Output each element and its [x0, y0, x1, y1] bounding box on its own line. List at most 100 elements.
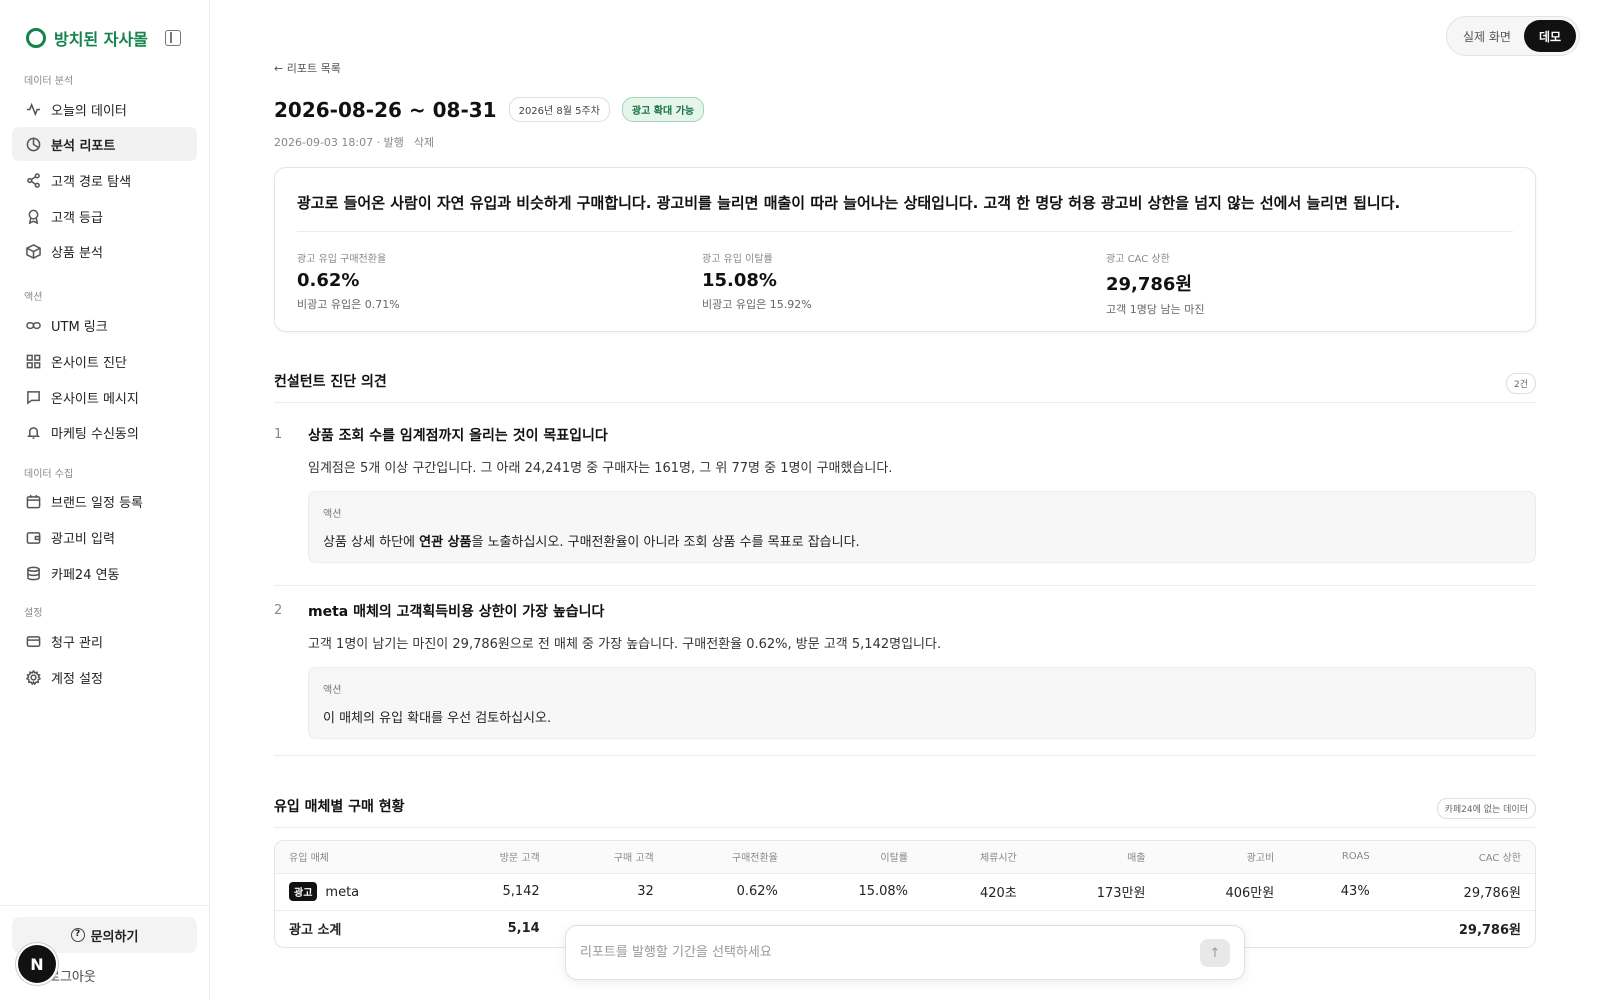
column-header[interactable]: 광고비 — [1159, 841, 1288, 873]
sidebar-item-label: 카페24 연동 — [51, 567, 120, 583]
column-header[interactable]: 체류시간 — [922, 841, 1031, 873]
action-label: 액션 — [323, 685, 342, 696]
sidebar-item-ad-spend-input[interactable]: 광고비 입력 — [12, 520, 197, 554]
sidebar-item-label: 고객 경로 탐색 — [51, 174, 132, 190]
sidebar-item-brand-schedule[interactable]: 브랜드 일정 등록 — [12, 484, 197, 518]
week-badge: 2026년 8월 5주차 — [508, 97, 610, 122]
metric-ad-conversion: 광고 유입 구매전환율 0.62% 비광고 유입은 0.71% — [297, 250, 400, 312]
revenue-cell: 173만원 — [1096, 886, 1146, 901]
table-row[interactable]: 광고 meta 5,142 32 0.62% 15.08% 420초 173만원 … — [275, 873, 1535, 910]
count-badge: 2건 — [1505, 373, 1536, 394]
gear-icon — [25, 669, 41, 685]
nav-section-label: 액션 — [24, 292, 43, 303]
conversion-cell: 0.62% — [736, 884, 778, 899]
bounce-cell: 15.08% — [858, 884, 909, 899]
visitors-cell: 5,142 — [502, 884, 540, 899]
bell-icon — [25, 424, 41, 440]
sidebar-item-marketing-consent[interactable]: 마케팅 수신동의 — [12, 415, 197, 449]
data-source-badge: 카페24에 없는 데이터 — [1436, 798, 1536, 819]
action-box: 액션 이 매체의 유입 확대를 우선 검토하십시오. — [308, 667, 1536, 739]
sidebar-item-today-data[interactable]: 오늘의 데이터 — [12, 92, 197, 126]
metric-value: 29,786원 — [1106, 274, 1193, 295]
sidebar-item-cafe24-integration[interactable]: 카페24 연동 — [12, 556, 197, 590]
column-header[interactable]: 방문 고객 — [440, 841, 554, 873]
share-icon — [25, 172, 41, 188]
sidebar-item-label: 분석 리포트 — [51, 138, 116, 154]
report-meta: 2026-09-03 18:07 · 발행 삭제 — [274, 134, 434, 150]
metric-label: 광고 CAC 상한 — [1106, 254, 1170, 265]
ad-tag-badge: 광고 — [289, 882, 318, 901]
sidebar-item-analysis-report[interactable]: 분석 리포트 — [12, 127, 197, 161]
sidebar-item-utm-link[interactable]: UTM 링크 — [12, 308, 197, 342]
roas-cell: 43% — [1340, 884, 1370, 899]
metric-sub: 비광고 유입은 15.92% — [702, 298, 812, 311]
published-timestamp: 2026-09-03 18:07 · 발행 — [274, 136, 404, 149]
sidebar-item-label: 상품 분석 — [51, 245, 103, 261]
box-icon — [25, 243, 41, 259]
metric-label: 광고 유입 이탈률 — [702, 254, 773, 265]
column-header[interactable]: 매출 — [1031, 841, 1160, 873]
sidebar-item-product-analysis[interactable]: 상품 분석 — [12, 234, 197, 268]
sidebar-item-label: 온사이트 메시지 — [51, 391, 139, 407]
opinion-title: 상품 조회 수를 임계점까지 올리는 것이 목표입니다 — [308, 428, 608, 444]
table-header-row: 유입 매체 방문 고객 구매 고객 구매전환율 이탈률 체류시간 매출 광고비 … — [275, 841, 1535, 873]
action-label: 액션 — [323, 509, 342, 520]
message-icon — [25, 389, 41, 405]
period-prompt-bar: ↑ — [565, 925, 1245, 980]
status-badge: 광고 확대 가능 — [621, 97, 705, 122]
report-header: 2026-08-26 ~ 08-31 2026년 8월 5주차 광고 확대 가능 — [274, 97, 705, 122]
column-header[interactable]: ROAS — [1288, 841, 1383, 873]
dwell-cell: 420초 — [979, 886, 1017, 901]
sidebar: 방치된 자사몰 데이터 분석 오늘의 데이터 분석 리포트 고객 경로 탐색 고… — [0, 0, 210, 1000]
column-header[interactable]: CAC 상한 — [1384, 841, 1535, 873]
delete-button[interactable]: 삭제 — [414, 136, 434, 149]
channels-section-header: 유입 매체별 구매 현황 카페24에 없는 데이터 — [274, 792, 1536, 828]
divider — [274, 755, 1536, 756]
back-to-report-list-link[interactable]: ← 리포트 목록 — [274, 60, 341, 76]
sidebar-item-customer-journey[interactable]: 고객 경로 탐색 — [12, 163, 197, 197]
page-title: 2026-08-26 ~ 08-31 — [274, 97, 497, 122]
sidebar-item-label: 고객 등급 — [51, 210, 103, 226]
column-header[interactable]: 유입 매체 — [275, 841, 440, 873]
action-box: 액션 상품 상세 하단에 연관 상품을 노출하십시오. 구매전환율이 아니라 조… — [308, 491, 1536, 563]
arrow-up-icon: ↑ — [1209, 945, 1221, 961]
section-title: 컨설턴트 진단 의견 — [274, 374, 387, 390]
sidebar-item-label: 오늘의 데이터 — [51, 103, 127, 119]
link-icon — [25, 317, 41, 333]
avatar[interactable]: N — [18, 945, 56, 983]
sidebar-item-billing[interactable]: 청구 관리 — [12, 624, 197, 658]
sidebar-item-label: 마케팅 수신동의 — [51, 426, 139, 442]
sidebar-item-account-settings[interactable]: 계정 설정 — [12, 660, 197, 694]
sidebar-item-customer-grade[interactable]: 고객 등급 — [12, 199, 197, 233]
credit-card-icon — [25, 633, 41, 649]
metric-cac-limit: 광고 CAC 상한 29,786원 고객 1명당 남는 마진 — [1106, 250, 1204, 317]
summary-card: 광고로 들어온 사람이 자연 유입과 비슷하게 구매합니다. 광고비를 늘리면 … — [274, 167, 1536, 332]
metric-ad-bounce: 광고 유입 이탈률 15.08% 비광고 유입은 15.92% — [702, 250, 812, 312]
sidebar-item-label: 계정 설정 — [51, 671, 103, 687]
help-icon: ? — [70, 928, 85, 942]
send-button[interactable]: ↑ — [1200, 939, 1230, 967]
column-header[interactable]: 이탈률 — [792, 841, 922, 873]
column-header[interactable]: 구매전환율 — [668, 841, 792, 873]
metric-sub: 고객 1명당 남는 마진 — [1106, 303, 1205, 316]
sidebar-item-onsite-message[interactable]: 온사이트 메시지 — [12, 380, 197, 414]
subtotal-label: 광고 소계 — [289, 923, 342, 938]
main-content: ← 리포트 목록 2026-08-26 ~ 08-31 2026년 8월 5주차… — [274, 0, 1536, 1000]
period-input[interactable] — [580, 926, 1180, 979]
database-icon — [25, 565, 41, 581]
award-icon — [25, 208, 41, 224]
sidebar-collapse-icon[interactable] — [165, 30, 181, 46]
nav-section-label: 데이터 분석 — [24, 76, 74, 87]
column-header[interactable]: 구매 고객 — [554, 841, 668, 873]
opinion-body: 임계점은 5개 이상 구간입니다. 그 아래 24,241명 중 구매자는 16… — [308, 461, 893, 476]
metric-sub: 비광고 유입은 0.71% — [297, 298, 400, 311]
sidebar-item-onsite-diagnosis[interactable]: 온사이트 진단 — [12, 344, 197, 378]
sidebar-item-label: 광고비 입력 — [51, 531, 115, 547]
visitors-cell: 5,14 — [507, 921, 540, 936]
channel-cell: 광고 meta — [275, 873, 440, 910]
grid-icon — [25, 353, 41, 369]
divider — [274, 585, 1536, 586]
opinion-number: 2 — [274, 603, 283, 618]
brand[interactable]: 방치된 자사몰 — [26, 26, 148, 50]
action-highlight: 연관 상품 — [419, 535, 472, 550]
